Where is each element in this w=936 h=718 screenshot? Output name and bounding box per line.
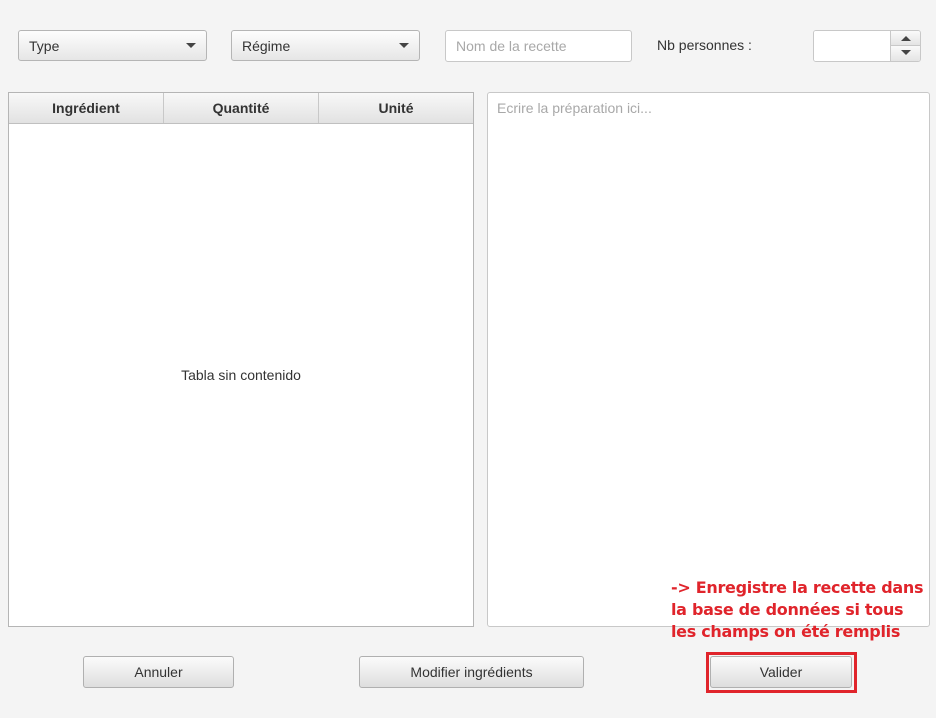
column-header-unit[interactable]: Unité — [319, 93, 473, 123]
edit-ingredients-button[interactable]: Modifier ingrédients — [359, 656, 584, 688]
decrement-button[interactable] — [890, 46, 920, 61]
cancel-button[interactable]: Annuler — [83, 656, 234, 688]
table-header: Ingrédient Quantité Unité — [9, 93, 473, 124]
table-empty-message: Tabla sin contenido — [181, 367, 301, 383]
increment-button[interactable] — [890, 31, 920, 46]
chevron-down-icon[interactable] — [186, 43, 196, 48]
recipe-name-input[interactable] — [445, 30, 632, 62]
type-combobox-label: Type — [29, 37, 60, 54]
annotation-note: -> Enregistre la recette dans la base de… — [671, 578, 924, 641]
validate-button[interactable]: Valider — [710, 656, 852, 688]
regime-combobox-label: Régime — [242, 37, 291, 54]
column-header-ingredient[interactable]: Ingrédient — [9, 93, 164, 123]
preparation-textarea[interactable] — [487, 92, 930, 627]
persons-input[interactable] — [814, 31, 892, 61]
arrow-up-icon — [901, 36, 911, 41]
ingredients-table[interactable]: Ingrédient Quantité Unité Tabla sin cont… — [8, 92, 474, 627]
chevron-down-icon[interactable] — [399, 43, 409, 48]
column-header-quantity[interactable]: Quantité — [164, 93, 319, 123]
arrow-down-icon — [901, 50, 911, 55]
persons-label: Nb personnes : — [657, 37, 752, 53]
regime-combobox[interactable]: Régime — [231, 30, 420, 61]
persons-spinner[interactable] — [813, 30, 921, 62]
type-combobox[interactable]: Type — [18, 30, 207, 61]
